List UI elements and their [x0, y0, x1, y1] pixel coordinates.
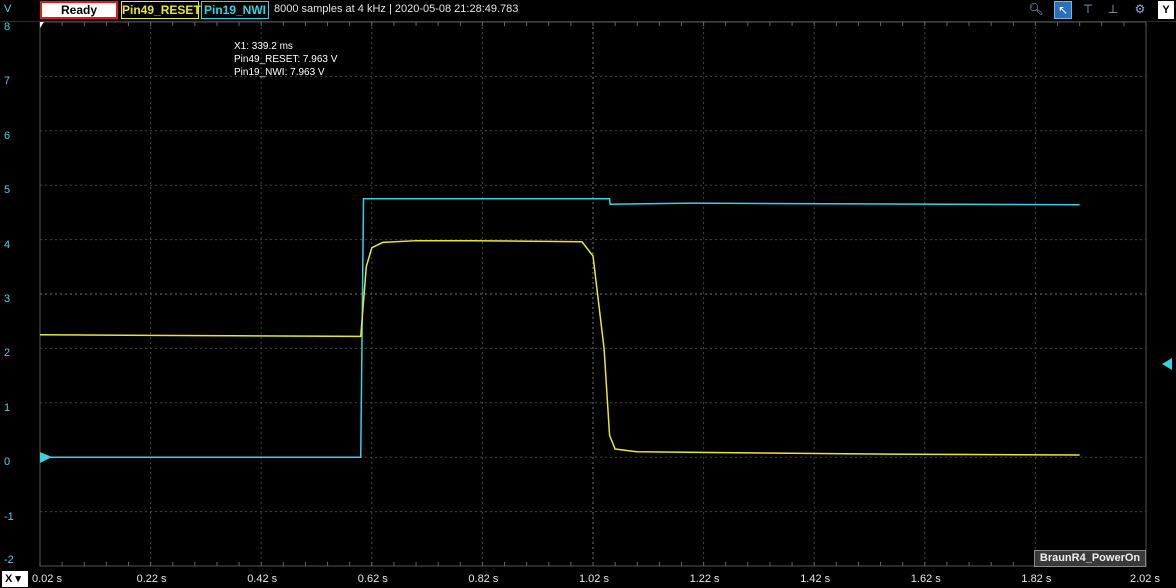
y-tick-label: 6 — [4, 129, 11, 142]
x-tick-label: 0.62 s — [357, 573, 388, 585]
top-marker-icon — [40, 22, 44, 28]
grid — [39, 21, 1147, 567]
y-tick-label: 1 — [4, 401, 11, 414]
y-tick-label: 5 — [4, 184, 11, 197]
capture-name-label: BraunR4_PowerOn — [1034, 550, 1146, 567]
y-tick-label: -1 — [4, 510, 14, 523]
oscilloscope-plot[interactable] — [0, 0, 1176, 588]
trigger-marker-icon — [1162, 358, 1172, 370]
y-tick-label: -2 — [4, 554, 14, 566]
x-tick-label: 1.62 s — [910, 573, 941, 585]
x-tick-label: 1.82 s — [1021, 573, 1052, 585]
cursor-x-value: X1: 339.2 ms — [234, 41, 293, 52]
cursor-readout: X1: 339.2 ms Pin49_RESET: 7.963 V Pin19_… — [234, 40, 337, 79]
y-tick-label: 2 — [4, 347, 11, 360]
zero-marker-icon — [40, 452, 52, 463]
y-tick-label: 4 — [4, 238, 11, 251]
x-tick-label: 1.02 s — [579, 573, 609, 585]
x-tick-label: 1.22 s — [689, 573, 720, 585]
y-tick-label: 7 — [4, 75, 11, 88]
cursor-ch2-value: Pin19_NWI: 7.963 V — [234, 67, 325, 78]
y-tick-label: 0 — [4, 456, 11, 469]
y-tick-label: 3 — [4, 293, 11, 305]
x-tick-label: 0.02 s — [32, 573, 62, 585]
x-tick-label: 2.02 s — [1130, 573, 1160, 585]
x-tick-label: 1.42 s — [800, 573, 831, 585]
x-tick-label: 0.42 s — [247, 573, 278, 585]
series-pin19-nwi — [40, 198, 1080, 458]
x-tick-label: 0.82 s — [468, 573, 499, 585]
series-pin49-reset — [39, 239, 1080, 456]
y-tick-label: 8 — [4, 21, 11, 33]
x-axis-button[interactable]: X ▾ — [2, 571, 28, 587]
cursor-ch1-value: Pin49_RESET: 7.963 V — [234, 54, 338, 65]
x-tick-label: 0.22 s — [136, 573, 167, 585]
